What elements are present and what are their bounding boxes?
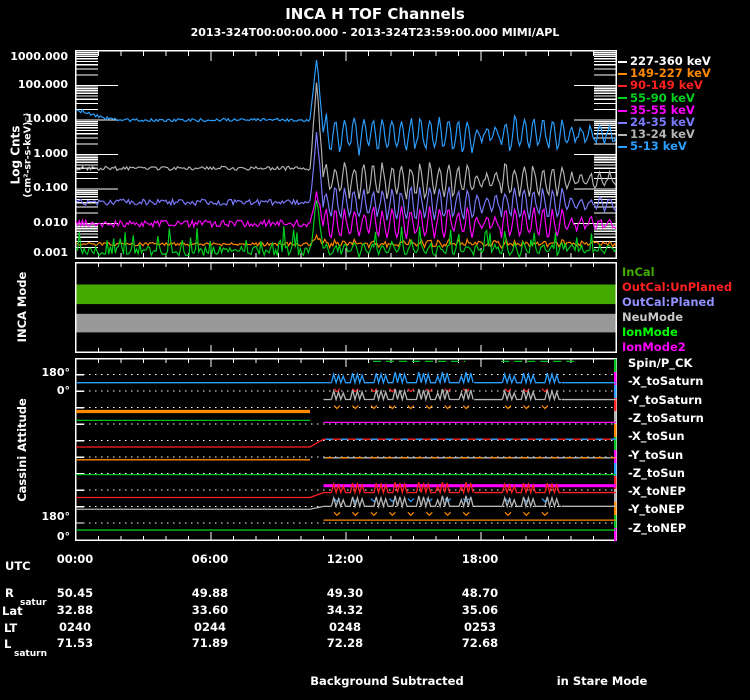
- attitude-y-tick-label: 180°: [41, 366, 70, 379]
- tof-axes: [75, 50, 617, 259]
- channel-legend-dash: [618, 97, 627, 100]
- tof-y-tick-label: 0.100: [33, 181, 68, 194]
- tof-y-tick-label: 100.000: [17, 77, 68, 91]
- channel-legend-dash: [618, 133, 627, 136]
- table-value: 72.28: [326, 636, 364, 650]
- tof-legend-item: 227-360 keV: [618, 54, 711, 68]
- utc-row-label: UTC: [5, 559, 31, 573]
- table-value: 32.88: [56, 603, 94, 617]
- plot-page: INCA H TOF Channels 2013-324T00:00:00.00…: [0, 0, 750, 700]
- mode-legend-item: InCal: [622, 265, 655, 279]
- attitude-panel: [75, 358, 617, 541]
- table-value: 49.88: [191, 586, 229, 600]
- table-value: 49.30: [326, 586, 364, 600]
- tof-y-tick-label: 10.000: [25, 112, 68, 125]
- mode-legend-item: NeuMode: [622, 310, 683, 324]
- tof-y-tick-label: 0.010: [33, 215, 68, 229]
- tof-legend-item: 35-55 keV: [618, 102, 695, 117]
- attitude-legend-item: -Y_toSun: [628, 447, 684, 462]
- table-value: 33.60: [191, 603, 229, 617]
- attitude-y-tick-label: 180°: [41, 510, 70, 523]
- tof-trace-13-24keV: [75, 82, 617, 200]
- mode-bar-InCal: [76, 284, 616, 305]
- utc-tick-label: 12:00: [326, 552, 364, 566]
- table-value: 0253: [463, 620, 496, 634]
- channel-legend-label: 55-90 keV: [630, 90, 695, 105]
- tof-legend-item: 149-227 keV: [618, 68, 711, 80]
- attitude-y-tick-label: 0°: [56, 384, 70, 397]
- table-value: 71.89: [191, 636, 229, 650]
- channel-legend-dash: [618, 109, 627, 112]
- table-value: 71.53: [56, 636, 94, 650]
- channel-legend-dash: [618, 60, 627, 63]
- channel-legend-dash: [618, 85, 627, 88]
- table-row-label-R: R: [5, 586, 14, 600]
- page-title: INCA H TOF Channels: [285, 5, 465, 23]
- table-value: 0240: [58, 620, 91, 634]
- attitude-legend-item: -X_toSun: [628, 429, 685, 444]
- tof-legend-item: 13-24 keV: [618, 129, 695, 141]
- attitude-axes: [75, 358, 617, 541]
- table-value: 35.06: [461, 603, 499, 617]
- channel-legend-label: 13-24 keV: [630, 127, 695, 142]
- inca-mode-panel: [75, 262, 617, 353]
- channel-legend-label: 35-55 keV: [630, 102, 695, 117]
- attitude-legend-item: -Z_toSaturn: [628, 410, 704, 425]
- table-value: 50.45: [56, 586, 94, 600]
- table-value: 72.68: [461, 636, 499, 650]
- tof-legend-item: 24-35 keV: [618, 115, 695, 129]
- table-row-label-L: L: [4, 637, 12, 651]
- channel-legend-dash: [618, 121, 627, 124]
- attitude-legend-item: Spin/P_CK: [628, 356, 693, 370]
- attitude-legend-item: -Z_toSun: [628, 465, 685, 480]
- inca-mode-axes: [75, 262, 617, 353]
- attitude-legend-item: -Z_toNEP: [628, 520, 687, 535]
- tof-y-tick-label: 0.001: [33, 246, 68, 259]
- footer-note-center: Background Subtracted: [310, 674, 464, 688]
- attitude-y-tick-label: 0°: [56, 530, 70, 543]
- table-value: 0244: [193, 620, 226, 634]
- channel-legend-label: 149-227 keV: [630, 66, 711, 81]
- utc-tick-label: 06:00: [191, 552, 229, 566]
- mode-legend-item: IonMode: [622, 325, 678, 339]
- tof-legend-item: 5-13 keV: [618, 141, 687, 153]
- channel-legend-label: 227-360 keV: [630, 54, 711, 68]
- attitude-legend-item: -Y_toNEP: [628, 502, 685, 517]
- tof-legend-item: 90-149 keV: [618, 80, 703, 92]
- channel-legend-dash: [618, 72, 627, 75]
- table-value: 34.32: [326, 603, 364, 617]
- page-subtitle: 2013-324T00:00:00.000 - 2013-324T23:59:0…: [190, 26, 560, 39]
- channel-legend-label: 90-149 keV: [630, 78, 703, 93]
- channel-legend-dash: [618, 146, 627, 149]
- inca-mode-axis-label: INCA Mode: [15, 271, 29, 343]
- table-value: 0248: [328, 620, 361, 634]
- utc-tick-label: 00:00: [56, 552, 94, 566]
- tof-y-tick-label: 1000.000: [10, 50, 68, 63]
- attitude-legend-item: -X_toSaturn: [628, 374, 704, 389]
- tof-chart-panel: [75, 50, 617, 259]
- mode-legend-item: IonMode2: [622, 340, 686, 354]
- attitude-trace-Y_toSun: [76, 438, 616, 448]
- table-row-sublabel-L: saturn: [14, 649, 47, 659]
- tof-legend-item: 55-90 keV: [618, 90, 695, 105]
- mode-legend-item: OutCal:UnPlaned: [622, 280, 733, 294]
- channel-legend-label: 5-13 keV: [630, 139, 687, 154]
- attitude-legend-item: -X_toNEP: [628, 484, 686, 499]
- table-row-label-LT: LT: [4, 621, 18, 635]
- footer-note-right: in Stare Mode: [556, 674, 648, 688]
- table-value: 48.70: [461, 586, 499, 600]
- attitude-axis-label: Cassini Attitude: [15, 398, 29, 502]
- utc-tick-label: 18:00: [461, 552, 499, 566]
- tof-trace-5-13keV: [75, 60, 617, 156]
- channel-legend-label: 24-35 keV: [630, 115, 695, 129]
- attitude-trace-Z_toNEP: [76, 491, 616, 499]
- attitude-legend-item: -Y_toSaturn: [628, 392, 703, 407]
- mode-bar-NeuMode: [76, 313, 616, 333]
- table-row-label-Lat: Lat: [2, 604, 23, 618]
- mode-legend-item: OutCal:Planed: [622, 295, 715, 309]
- tof-y-tick-label: 1.000: [33, 146, 68, 160]
